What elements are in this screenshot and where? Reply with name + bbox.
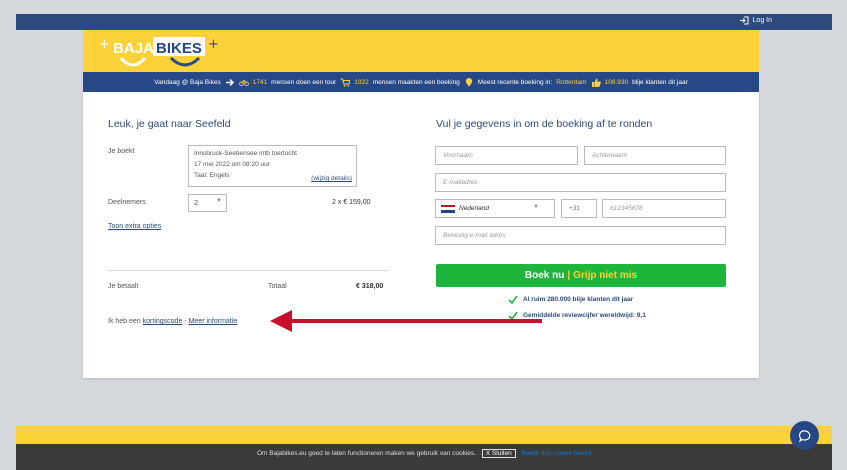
baja-bikes-logo[interactable]: + BAJA BIKES + bbox=[93, 34, 223, 72]
happy-count: 108.930 bbox=[604, 78, 629, 86]
svg-text:+: + bbox=[99, 37, 110, 52]
bike-icon bbox=[238, 78, 249, 87]
total-value: € 318,00 bbox=[356, 283, 384, 290]
trust-item-customers: Al ruim 280.000 blije klanten dit jaar bbox=[508, 295, 633, 304]
svg-text:BIKES: BIKES bbox=[156, 40, 202, 57]
annotation-arrow bbox=[270, 310, 542, 332]
trust-text-customers: Al ruim 280.000 blije klanten dit jaar bbox=[523, 296, 634, 303]
location-pin-icon bbox=[464, 77, 474, 87]
extra-options-link[interactable]: Toon extra opties bbox=[108, 223, 161, 230]
book-separator: | bbox=[567, 270, 571, 281]
top-bar: Log In bbox=[16, 14, 832, 30]
discount-code-link[interactable]: kortingscode bbox=[143, 318, 183, 325]
info-intro: Vandaag @ Baja Bikes bbox=[154, 78, 221, 86]
participants-select[interactable]: 2 ▼ bbox=[188, 194, 227, 212]
chat-bubble-icon bbox=[798, 429, 810, 442]
country-value: Nederland bbox=[459, 205, 489, 212]
book-label: Boek nu bbox=[524, 270, 565, 281]
je-boekt-label: Je boekt bbox=[108, 148, 135, 155]
totaal-label: Totaal bbox=[268, 283, 287, 290]
login-label: Log In bbox=[752, 17, 772, 24]
book-now-button[interactable]: Boek nu | Grijp niet mis bbox=[436, 264, 726, 287]
chat-button[interactable] bbox=[790, 421, 819, 450]
happy-text: blije klanten dit jaar bbox=[632, 78, 688, 86]
more-info-link[interactable]: Meer informatie bbox=[189, 318, 238, 325]
country-select[interactable]: Nederland ▼ bbox=[435, 199, 555, 218]
dutch-flag-icon bbox=[441, 204, 455, 213]
confirm-email-input[interactable]: Bevestig e-mail adres bbox=[435, 226, 726, 245]
recent-text: Meest recente boeking in: bbox=[477, 78, 553, 86]
cart-icon bbox=[340, 78, 351, 87]
footer-band bbox=[16, 426, 832, 444]
tour-name: Innsbruck-Seebensee mtb toertocht bbox=[194, 150, 297, 157]
thumbs-up-icon bbox=[591, 78, 601, 87]
deelnemers-label: Deelnemers bbox=[108, 199, 146, 206]
booking-card: Leuk, je gaat naar Seefeld Je boekt Inns… bbox=[83, 92, 759, 378]
recent-city: Rotterdam bbox=[556, 78, 587, 86]
je-betaalt-label: Je betaalt bbox=[108, 283, 139, 290]
tour-date: 17 mei 2022 om 08:20 uur bbox=[194, 161, 270, 168]
discount-row: Ik heb een kortingscode - Meer informati… bbox=[108, 318, 237, 325]
phone-input[interactable]: 612345678 bbox=[602, 199, 726, 218]
arrow-right-icon bbox=[225, 78, 235, 87]
cookie-text: Om Bajabikes.eu goed te laten functioner… bbox=[257, 450, 476, 457]
divider bbox=[107, 270, 389, 271]
last-name-input[interactable]: Achternaam bbox=[584, 146, 726, 165]
login-icon bbox=[739, 16, 749, 25]
email-input[interactable]: E-mailadres bbox=[435, 173, 726, 192]
tour-text: mensen doen een tour bbox=[271, 78, 337, 86]
cookie-bar: Om Bajabikes.eu goed te laten functioner… bbox=[16, 444, 832, 470]
first-name-input[interactable]: Voornaam bbox=[435, 146, 578, 165]
checkmark-icon bbox=[508, 295, 518, 304]
phone-prefix-input[interactable]: +31 bbox=[561, 199, 597, 218]
svg-text:BAJA: BAJA bbox=[113, 40, 154, 57]
price-per-person: 2 x € 159,00 bbox=[332, 199, 371, 206]
participants-value: 2 bbox=[194, 198, 199, 207]
chevron-down-icon: ▼ bbox=[533, 204, 539, 210]
right-title: Vul je gegevens in om de boeking af te r… bbox=[436, 118, 653, 130]
login-link[interactable]: Log In bbox=[739, 16, 772, 25]
book-subtitle: Grijp niet mis bbox=[573, 270, 638, 281]
cookie-policy-link[interactable]: Bekijk ons cookie beleid bbox=[522, 450, 591, 457]
tour-count: 1741 bbox=[252, 78, 268, 86]
booking-text: mensen maakten een boeking bbox=[372, 78, 460, 86]
site-header: + BAJA BIKES + bbox=[83, 30, 759, 78]
korting-prefix: Ik heb een bbox=[108, 318, 141, 325]
svg-text:+: + bbox=[208, 37, 219, 52]
chevron-down-icon: ▼ bbox=[216, 198, 222, 204]
left-title: Leuk, je gaat naar Seefeld bbox=[108, 118, 231, 130]
booking-count: 1922 bbox=[354, 78, 369, 86]
cookie-close-button[interactable]: X Sluiten bbox=[481, 449, 516, 458]
info-bar: Vandaag @ Baja Bikes 1741 mensen doen ee… bbox=[83, 72, 759, 92]
edit-details-link[interactable]: (wijzig details) bbox=[311, 173, 352, 184]
tour-summary-box: Innsbruck-Seebensee mtb toertocht 17 mei… bbox=[188, 145, 357, 187]
